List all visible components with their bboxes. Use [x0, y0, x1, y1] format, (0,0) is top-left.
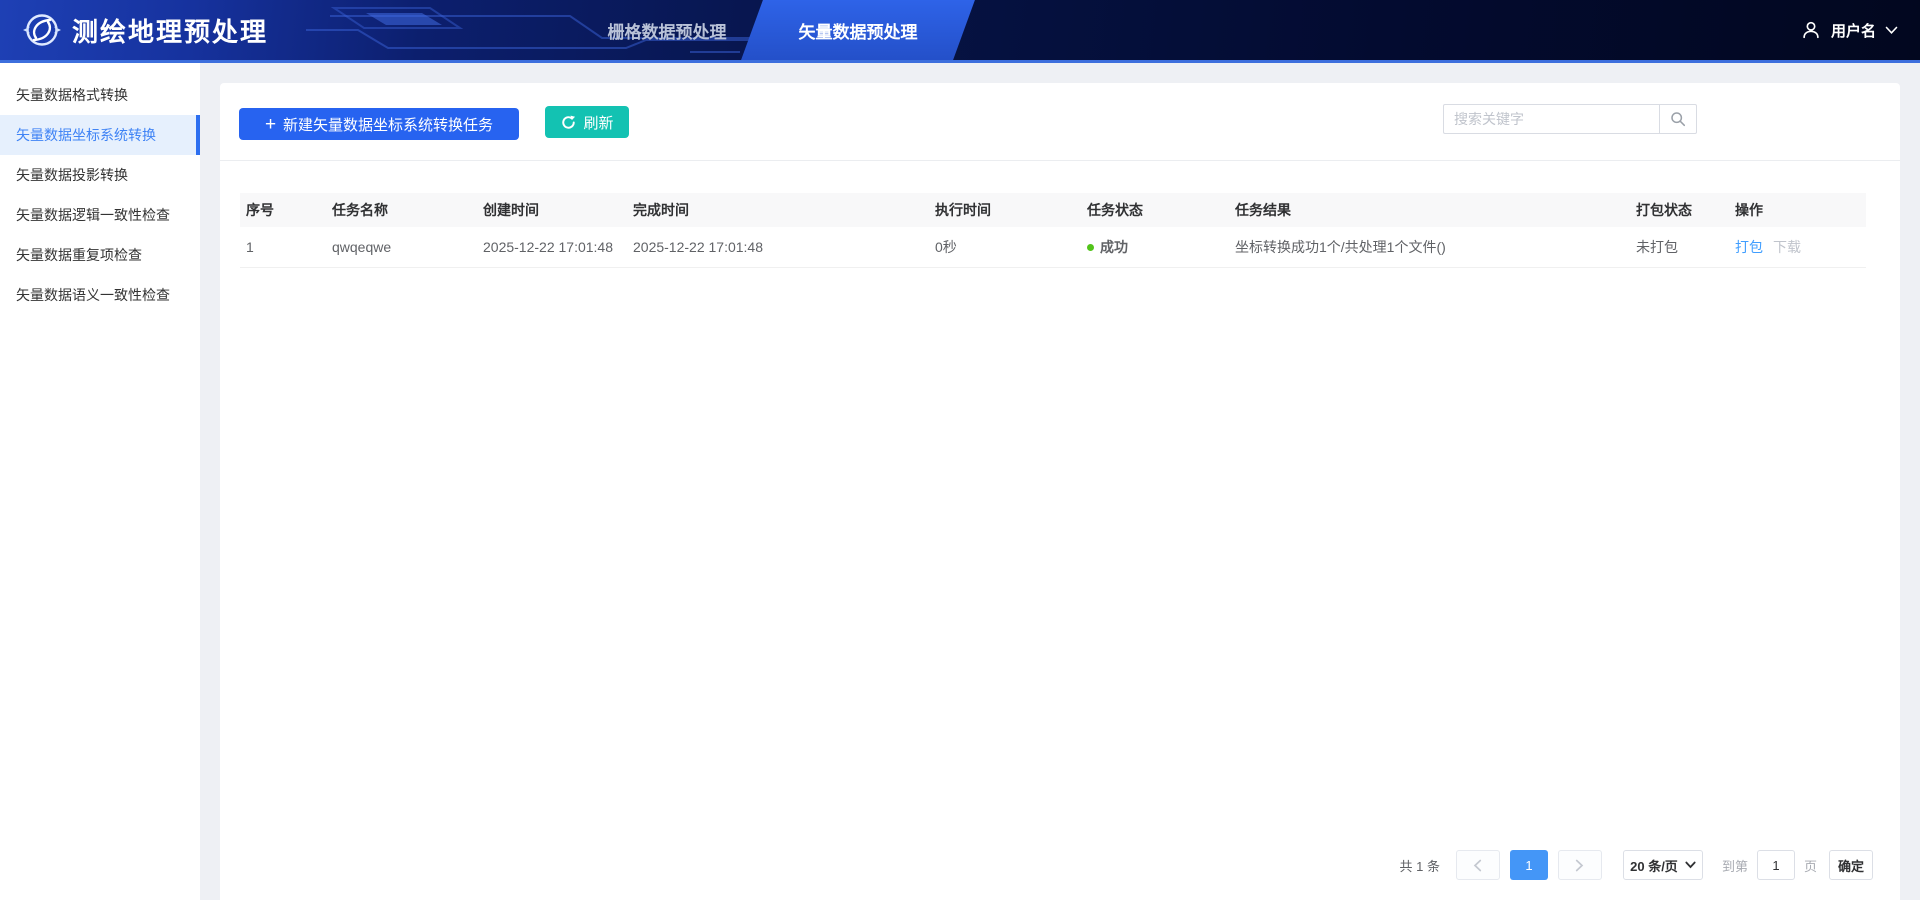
search-group [1443, 104, 1697, 134]
goto-page-input[interactable] [1756, 850, 1795, 880]
task-panel: + 新建矢量数据坐标系统转换任务 刷新 搜索关键字 序号 任务名称 创建时间 完… [220, 83, 1900, 900]
column-header-duration: 执行时间 [929, 193, 1081, 227]
cell-status: 成功 [1081, 227, 1229, 268]
pagination-page-1[interactable]: 1 [1509, 850, 1548, 880]
page-size-select[interactable]: 20 条/页 [1622, 850, 1703, 880]
sidebar-item-coordinate-system-conversion[interactable]: 矢量数据坐标系统转换 [0, 115, 200, 155]
sidebar-item-projection-conversion[interactable]: 矢量数据投影转换 [0, 155, 200, 195]
chevron-down-icon [1885, 26, 1898, 34]
chevron-right-icon [1576, 859, 1584, 871]
cell-created-time: 2025-12-22 17:01:48 [477, 227, 627, 268]
cell-task-name: qwqeqwe [326, 227, 477, 268]
main-content: + 新建矢量数据坐标系统转换任务 刷新 搜索关键字 序号 任务名称 创建时间 完… [200, 63, 1920, 900]
status-dot-icon [1087, 243, 1094, 251]
package-link[interactable]: 打包 [1735, 239, 1763, 255]
refresh-button-label: 刷新 [583, 114, 614, 132]
sidebar-item-logical-consistency-check[interactable]: 矢量数据逻辑一致性检查 [0, 195, 200, 235]
app-logo: 测绘地理预处理 [22, 0, 268, 60]
column-header-actions: 操作 [1729, 193, 1866, 227]
new-task-button[interactable]: + 新建矢量数据坐标系统转换任务 [239, 108, 519, 140]
table-header-row: 序号 任务名称 创建时间 完成时间 执行时间 任务状态 任务结果 打包状态 操作 [240, 193, 1866, 227]
chevron-left-icon [1474, 859, 1482, 871]
table-row: 1 qwqeqwe 2025-12-22 17:01:48 2025-12-22… [240, 227, 1866, 268]
cell-package-status: 未打包 [1630, 227, 1729, 268]
column-header-finished-time: 完成时间 [627, 193, 929, 227]
cell-index: 1 [240, 227, 326, 268]
tab-raster-preprocessing[interactable]: 栅格数据预处理 [567, 0, 767, 60]
column-header-result: 任务结果 [1229, 193, 1630, 227]
pagination-total: 共 1 条 [1399, 858, 1440, 874]
download-link: 下载 [1773, 238, 1801, 255]
sidebar-item-format-conversion[interactable]: 矢量数据格式转换 [0, 75, 200, 115]
task-table: 序号 任务名称 创建时间 完成时间 执行时间 任务状态 任务结果 打包状态 操作… [240, 193, 1866, 268]
search-button[interactable] [1659, 104, 1697, 134]
sidebar: 矢量数据格式转换 矢量数据坐标系统转换 矢量数据投影转换 矢量数据逻辑一致性检查… [0, 63, 200, 900]
column-header-package-status: 打包状态 [1630, 193, 1729, 227]
refresh-button[interactable]: 刷新 [545, 106, 630, 138]
new-task-button-label: 新建矢量数据坐标系统转换任务 [283, 116, 494, 134]
page-size-label: 20 条/页 [1630, 858, 1678, 874]
select-chevron-down-icon [1685, 861, 1696, 869]
column-header-created-time: 创建时间 [477, 193, 627, 227]
user-icon [1803, 21, 1819, 39]
sidebar-item-duplicate-check[interactable]: 矢量数据重复项检查 [0, 235, 200, 275]
sidebar-item-semantic-consistency-check[interactable]: 矢量数据语义一致性检查 [0, 275, 200, 315]
tab-vector-preprocessing[interactable]: 矢量数据预处理 [752, 0, 964, 60]
cell-finished-time: 2025-12-22 17:01:48 [627, 227, 929, 268]
cell-actions: 打包 下载 [1729, 227, 1866, 268]
plus-icon: + [264, 113, 277, 135]
search-icon [1671, 112, 1686, 127]
goto-confirm-button[interactable]: 确定 [1829, 850, 1873, 880]
column-header-task-name: 任务名称 [326, 193, 477, 227]
username-label: 用户名 [1830, 22, 1876, 40]
pagination-next-button[interactable] [1557, 850, 1602, 880]
user-menu[interactable]: 用户名 [1800, 0, 1898, 60]
column-header-index: 序号 [240, 193, 326, 227]
toolbar: + 新建矢量数据坐标系统转换任务 刷新 [220, 83, 1900, 161]
goto-page-suffix: 页 [1803, 858, 1817, 874]
app-header: 测绘地理预处理 栅格数据预处理 矢量数据预处理 用户名 [0, 0, 1920, 63]
search-input[interactable] [1443, 104, 1659, 134]
refresh-icon [561, 115, 576, 130]
status-label: 成功 [1100, 238, 1128, 255]
cell-result: 坐标转换成功1个/共处理1个文件() [1229, 227, 1630, 268]
goto-page-prefix: 到第 [1721, 858, 1748, 874]
pagination: 共 1 条 1 20 条/页 到第 页 确定 [1399, 850, 1873, 880]
cell-duration: 0秒 [929, 227, 1081, 268]
logo-icon [23, 14, 61, 46]
pagination-prev-button[interactable] [1455, 850, 1500, 880]
app-title: 测绘地理预处理 [72, 16, 269, 47]
column-header-status: 任务状态 [1081, 193, 1229, 227]
